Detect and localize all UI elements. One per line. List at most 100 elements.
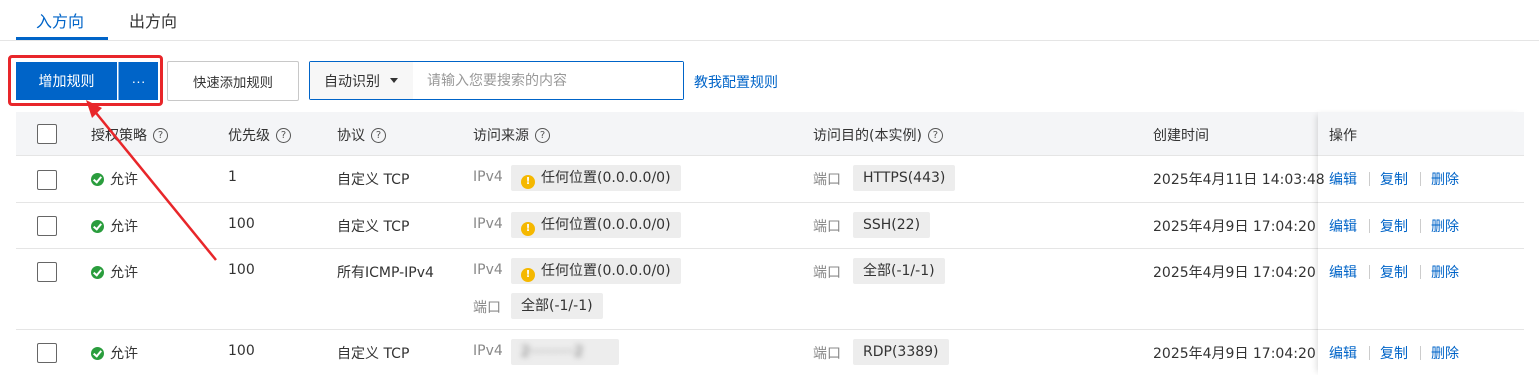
source-value-redacted: 2··········2: [521, 344, 584, 360]
caret-down-icon: [390, 78, 398, 83]
check-circle-icon: [91, 266, 104, 279]
search-type-select[interactable]: 自动识别: [310, 62, 413, 99]
help-icon[interactable]: ?: [276, 127, 291, 143]
delete-link[interactable]: 删除: [1431, 343, 1459, 363]
warning-icon: !: [521, 268, 535, 282]
priority-cell: 100: [228, 262, 255, 278]
header-priority-label: 优先级: [228, 128, 270, 144]
source-value: 任何位置(0.0.0.0/0): [541, 217, 671, 233]
dest-type-label: 端口: [813, 172, 841, 188]
edit-link[interactable]: 编辑: [1329, 343, 1357, 363]
copy-link[interactable]: 复制: [1380, 216, 1408, 236]
header-protocol: 协议 ?: [337, 125, 386, 145]
source-tag: ! 任何位置(0.0.0.0/0): [511, 165, 681, 191]
priority-cell: 100: [228, 343, 255, 359]
help-icon[interactable]: ?: [153, 127, 168, 143]
delete-link[interactable]: 删除: [1431, 169, 1459, 189]
source-tag: ! 任何位置(0.0.0.0/0): [511, 258, 681, 284]
source-type-label: IPv4: [473, 262, 503, 278]
created-cell: 2025年4月9日 17:04:20: [1153, 346, 1316, 362]
dest-type-label: 端口: [813, 265, 841, 281]
source-value: 任何位置(0.0.0.0/0): [541, 170, 671, 186]
annotation-highlight-box: [8, 55, 163, 106]
header-protocol-label: 协议: [337, 128, 365, 144]
policy-label: 允许: [110, 172, 138, 188]
source-tag: 2··········2: [511, 339, 619, 365]
created-cell: 2025年4月9日 17:04:20: [1153, 219, 1316, 235]
policy-label: 允许: [110, 346, 138, 362]
search-type-label: 自动识别: [324, 73, 380, 90]
copy-link[interactable]: 复制: [1380, 262, 1408, 282]
tab-outbound[interactable]: 出方向: [129, 8, 177, 32]
table-row: 允许 100 所有ICMP-IPv4 IPv4 ! 任何位置(0.0.0.0/0)…: [16, 249, 1524, 330]
op-divider: [1420, 172, 1421, 186]
row-checkbox[interactable]: [37, 170, 57, 190]
search-box: 自动识别: [309, 61, 684, 100]
row-checkbox[interactable]: [37, 262, 57, 282]
check-circle-icon: [91, 347, 104, 360]
dest-type-label: 端口: [813, 219, 841, 235]
dest-tag: SSH(22): [853, 212, 931, 238]
policy-label: 允许: [110, 219, 138, 235]
header-priority: 优先级 ?: [228, 125, 291, 145]
dest-tag: RDP(3389): [853, 339, 949, 365]
dest-tag: 全部(-1/-1): [853, 258, 945, 284]
help-icon[interactable]: ?: [927, 127, 943, 143]
protocol-cell: 所有ICMP-IPv4: [337, 265, 434, 281]
protocol-cell: 自定义 TCP: [337, 346, 410, 362]
help-icon[interactable]: ?: [371, 127, 386, 143]
op-divider: [1369, 346, 1370, 360]
active-tab-indicator: [16, 37, 108, 40]
table-header: 授权策略 ? 优先级 ? 协议 ? 访问来源 ? 访问目的(本实例) ? 创建时…: [16, 112, 1524, 156]
direction-tabs: 入方向 出方向: [0, 0, 1539, 41]
check-circle-icon: [91, 220, 104, 233]
edit-link[interactable]: 编辑: [1329, 262, 1357, 282]
op-divider: [1369, 265, 1370, 279]
help-icon[interactable]: ?: [535, 127, 550, 143]
search-input[interactable]: [413, 62, 683, 99]
created-cell: 2025年4月9日 17:04:20: [1153, 265, 1316, 281]
header-policy-label: 授权策略: [91, 128, 147, 144]
header-destination-label: 访问目的(本实例): [813, 128, 922, 144]
priority-cell: 100: [228, 216, 255, 232]
delete-link[interactable]: 删除: [1431, 262, 1459, 282]
row-checkbox[interactable]: [37, 216, 57, 236]
warning-icon: !: [521, 175, 535, 189]
table-row: 允许 100 自定义 TCP IPv4 ! 任何位置(0.0.0.0/0) 端口 …: [16, 203, 1524, 249]
source-tag: ! 任何位置(0.0.0.0/0): [511, 212, 681, 238]
teach-config-link[interactable]: 教我配置规则: [694, 72, 778, 92]
op-divider: [1369, 219, 1370, 233]
edit-link[interactable]: 编辑: [1329, 169, 1357, 189]
dest-type-label: 端口: [813, 346, 841, 362]
policy-label: 允许: [110, 265, 138, 281]
op-divider: [1420, 265, 1421, 279]
copy-link[interactable]: 复制: [1380, 343, 1408, 363]
source-type-label: IPv4: [473, 343, 503, 359]
header-ops: 操作: [1329, 125, 1357, 145]
policy-cell: 允许: [91, 216, 138, 236]
created-cell: 2025年4月11日 14:03:48: [1153, 172, 1325, 188]
policy-cell: 允许: [91, 262, 138, 282]
delete-link[interactable]: 删除: [1431, 216, 1459, 236]
header-source: 访问来源 ?: [473, 125, 550, 145]
header-ops-label: 操作: [1329, 128, 1357, 144]
protocol-cell: 自定义 TCP: [337, 172, 410, 188]
copy-link[interactable]: 复制: [1380, 169, 1408, 189]
header-created-label: 创建时间: [1153, 128, 1209, 144]
source-port-tag: 全部(-1/-1): [511, 293, 603, 319]
source-type-label: IPv4: [473, 216, 503, 232]
warning-icon: !: [521, 222, 535, 236]
edit-link[interactable]: 编辑: [1329, 216, 1357, 236]
header-policy: 授权策略 ?: [91, 125, 168, 145]
header-created: 创建时间: [1153, 125, 1209, 145]
header-source-label: 访问来源: [473, 128, 529, 144]
tab-inbound[interactable]: 入方向: [36, 8, 84, 32]
select-all-checkbox[interactable]: [37, 124, 57, 144]
table-row: 允许 1 自定义 TCP IPv4 ! 任何位置(0.0.0.0/0) 端口 HT…: [16, 156, 1524, 203]
row-checkbox[interactable]: [37, 343, 57, 363]
quick-add-rule-button[interactable]: 快速添加规则: [167, 61, 299, 101]
op-divider: [1420, 219, 1421, 233]
protocol-cell: 自定义 TCP: [337, 219, 410, 235]
source-port-label: 端口: [473, 300, 501, 316]
source-type-label: IPv4: [473, 169, 503, 185]
